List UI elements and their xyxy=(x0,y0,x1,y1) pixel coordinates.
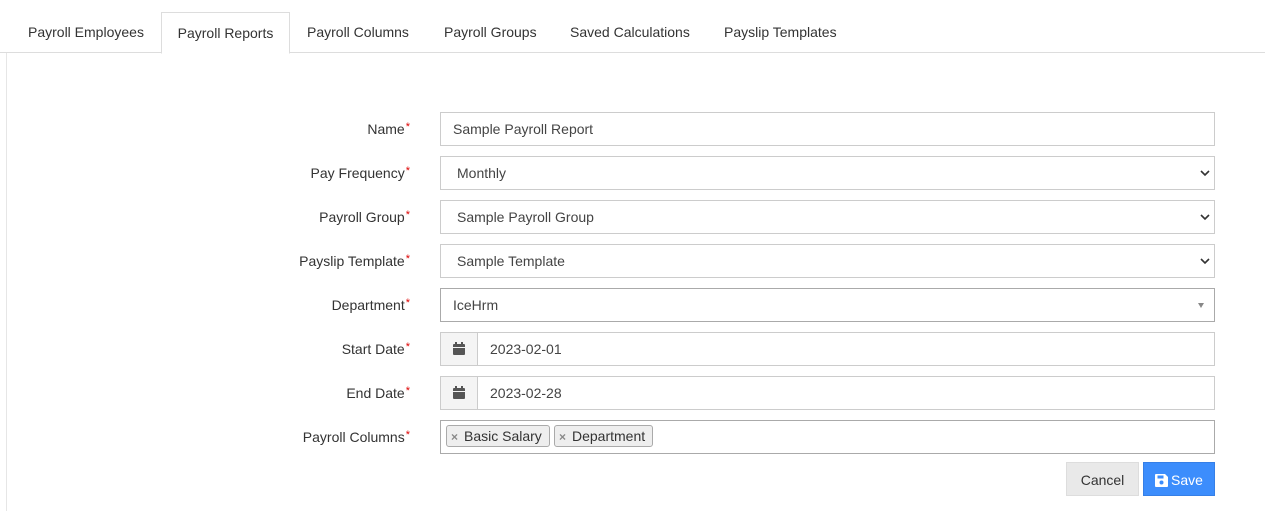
chip-basic-salary: × Basic Salary xyxy=(446,425,550,447)
tab-saved-calculations[interactable]: Saved Calculations xyxy=(570,12,690,53)
tab-payroll-groups[interactable]: Payroll Groups xyxy=(444,12,537,53)
start-date-addon[interactable] xyxy=(441,333,478,365)
name-input[interactable]: Sample Payroll Report xyxy=(440,112,1215,146)
name-label: Name* xyxy=(367,121,410,137)
floppy-disk-icon xyxy=(1155,474,1169,487)
payroll-columns-multiselect[interactable]: × Basic Salary × Department xyxy=(440,420,1215,454)
chevron-down-icon xyxy=(1200,214,1210,221)
payslip-template-label: Payslip Template* xyxy=(299,253,410,269)
save-button[interactable]: Save xyxy=(1143,462,1215,496)
caret-down-icon xyxy=(1198,303,1204,308)
chip-label: Department xyxy=(572,428,646,444)
payroll-group-value: Sample Payroll Group xyxy=(457,209,594,225)
tab-payroll-reports[interactable]: Payroll Reports xyxy=(161,12,290,54)
pay-frequency-label: Pay Frequency* xyxy=(310,165,410,181)
chip-label: Basic Salary xyxy=(464,428,542,444)
tab-payroll-columns[interactable]: Payroll Columns xyxy=(307,12,409,53)
start-date-label: Start Date* xyxy=(341,341,410,357)
calendar-icon xyxy=(453,386,465,399)
payroll-group-select[interactable]: Sample Payroll Group xyxy=(440,200,1215,234)
payslip-template-select[interactable]: Sample Template xyxy=(440,244,1215,278)
payroll-group-label: Payroll Group* xyxy=(319,209,410,225)
start-date-value: 2023-02-01 xyxy=(490,341,562,357)
close-icon[interactable]: × xyxy=(451,427,461,447)
end-date-addon[interactable] xyxy=(441,377,478,409)
end-date-input[interactable]: 2023-02-28 xyxy=(440,376,1215,410)
payslip-template-value: Sample Template xyxy=(457,253,565,269)
department-value: IceHrm xyxy=(453,297,499,313)
start-date-input[interactable]: 2023-02-01 xyxy=(440,332,1215,366)
required-marker: * xyxy=(405,165,410,177)
chevron-down-icon xyxy=(1200,258,1210,265)
department-select[interactable]: IceHrm xyxy=(440,288,1215,322)
calendar-icon xyxy=(453,342,465,355)
tab-bar: Payroll Employees Payroll Reports Payrol… xyxy=(0,0,1265,54)
end-date-value: 2023-02-28 xyxy=(490,385,562,401)
required-marker: * xyxy=(405,253,410,265)
required-marker: * xyxy=(405,297,410,309)
close-icon[interactable]: × xyxy=(559,427,569,447)
payroll-columns-label: Payroll Columns* xyxy=(302,429,410,445)
pay-frequency-select[interactable]: Monthly xyxy=(440,156,1215,190)
name-input-value: Sample Payroll Report xyxy=(453,121,594,137)
required-marker: * xyxy=(405,121,410,133)
required-marker: * xyxy=(405,341,410,353)
department-label: Department* xyxy=(331,297,410,313)
chevron-down-icon xyxy=(1200,170,1210,177)
pay-frequency-value: Monthly xyxy=(457,165,507,181)
tab-payroll-employees[interactable]: Payroll Employees xyxy=(28,12,144,53)
chip-department: × Department xyxy=(554,425,653,447)
cancel-button[interactable]: Cancel xyxy=(1066,462,1139,496)
save-button-label: Save xyxy=(1171,472,1203,488)
required-marker: * xyxy=(405,429,410,441)
required-marker: * xyxy=(405,385,410,397)
end-date-label: End Date* xyxy=(346,385,410,401)
tab-payslip-templates[interactable]: Payslip Templates xyxy=(724,12,837,53)
required-marker: * xyxy=(405,209,410,221)
